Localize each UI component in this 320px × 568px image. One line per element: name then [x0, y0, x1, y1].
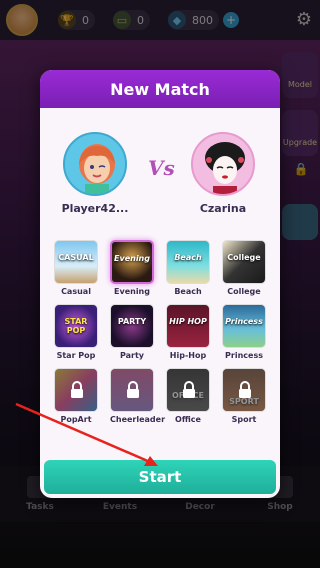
lock-icon — [183, 381, 195, 398]
theme-label: College — [227, 287, 261, 296]
player-card-opponent: Czarina — [178, 132, 268, 215]
theme-thumb-text: College — [227, 253, 261, 262]
theme-star-pop[interactable]: STAR POP Star Pop — [54, 304, 98, 360]
theme-grid: CASUAL Casual Evening Evening Beach Beac… — [54, 240, 266, 424]
theme-casual[interactable]: CASUAL Casual — [54, 240, 98, 296]
theme-thumb-text: Princess — [225, 317, 263, 326]
theme-office[interactable]: OFFICE Office — [166, 368, 210, 424]
theme-thumbnail: Princess — [222, 304, 266, 348]
theme-hip-hop[interactable]: HIP HOP Hip-Hop — [166, 304, 210, 360]
theme-thumbnail: HIP HOP — [166, 304, 210, 348]
theme-thumbnail-locked — [110, 368, 154, 412]
theme-sport[interactable]: SPORT Sport — [222, 368, 266, 424]
theme-label: Princess — [225, 351, 263, 360]
versus-label: Vs — [148, 156, 175, 180]
theme-thumb-text: STAR POP — [64, 317, 88, 335]
dialog-title: New Match — [40, 70, 280, 108]
theme-label: Evening — [114, 287, 150, 296]
theme-label: Casual — [61, 287, 91, 296]
theme-thumbnail: STAR POP — [54, 304, 98, 348]
player-card-self: Player42... — [50, 132, 140, 215]
theme-thumbnail-locked: SPORT — [222, 368, 266, 412]
theme-thumb-text: PARTY — [117, 317, 147, 326]
theme-label: Sport — [231, 415, 257, 424]
theme-princess[interactable]: Princess Princess — [222, 304, 266, 360]
theme-thumb-text: HIP HOP — [169, 317, 207, 326]
theme-thumbnail: Beach — [166, 240, 210, 284]
theme-label: Cheerleader — [110, 415, 166, 424]
theme-thumbnail: PARTY — [110, 304, 154, 348]
theme-party[interactable]: PARTY Party — [110, 304, 154, 360]
theme-thumbnail-selected: Evening — [110, 240, 154, 284]
lock-icon — [127, 381, 139, 398]
lock-icon — [239, 381, 251, 398]
start-button[interactable]: Start — [44, 460, 276, 494]
theme-label: Hip-Hop — [169, 351, 207, 360]
player-name-self: Player42... — [61, 202, 129, 215]
player-portrait — [63, 132, 127, 196]
theme-thumbnail-locked: OFFICE — [166, 368, 210, 412]
opponent-portrait — [191, 132, 255, 196]
theme-label: Office — [175, 415, 201, 424]
theme-thumb-text: Evening — [114, 254, 150, 263]
player-name-opponent: Czarina — [199, 202, 247, 215]
theme-college[interactable]: College College — [222, 240, 266, 296]
theme-thumbnail: CASUAL — [54, 240, 98, 284]
theme-thumb-text: CASUAL — [58, 253, 94, 262]
theme-beach[interactable]: Beach Beach — [166, 240, 210, 296]
theme-popart[interactable]: PopArt — [54, 368, 98, 424]
theme-label: Party — [119, 351, 145, 360]
theme-thumbnail: College — [222, 240, 266, 284]
theme-label: Beach — [174, 287, 202, 296]
theme-evening[interactable]: Evening Evening — [110, 240, 154, 296]
theme-thumbnail-locked — [54, 368, 98, 412]
theme-thumb-text: Beach — [174, 253, 202, 262]
theme-label: Star Pop — [56, 351, 96, 360]
lock-icon — [71, 381, 83, 398]
new-match-dialog: New Match Player42... Vs Czarina CASUAL … — [40, 70, 280, 498]
theme-cheerleader[interactable]: Cheerleader — [110, 368, 166, 424]
theme-label: PopArt — [60, 415, 92, 424]
